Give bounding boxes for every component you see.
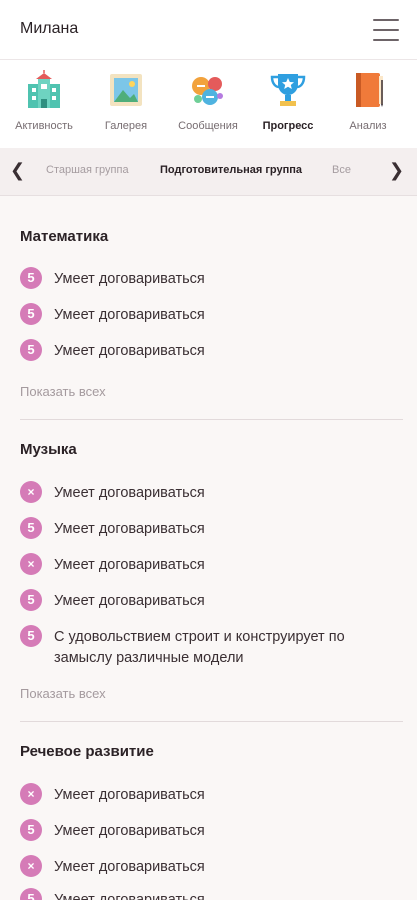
tab-preparatory-group[interactable]: Подготовительная группа [160,164,302,176]
menu-line [373,19,399,21]
nav-label: Галерея [104,120,148,132]
trophy-icon [270,74,306,106]
skill-text: Умеет договариваться [54,593,205,609]
grade-badge: 5 [20,589,42,611]
grade-badge: × [20,855,42,877]
hamburger-menu-icon[interactable] [373,17,399,43]
menu-line [373,29,399,31]
nav-label: Анализ [349,120,387,132]
show-all-link[interactable]: Показать всех [20,384,106,399]
grade-badge: 5 [20,267,42,289]
grade-badge: 5 [20,625,42,647]
show-all-link[interactable]: Показать всех [20,686,106,701]
grade-badge: 5 [20,339,42,361]
gallery-picture-icon [110,74,142,106]
skill-text: Умеет договариваться [54,271,205,287]
nav-item-progress[interactable]: Прогресс [248,70,328,132]
skill-text: Умеет договариваться [54,892,205,900]
nav-label: Активность [15,120,73,132]
skill-text: Умеет договариваться [54,823,205,839]
skill-text: С удовольствием строит и конструирует по… [54,629,345,666]
section-title: Музыка [20,441,77,458]
chevron-right-icon[interactable]: ❯ [389,160,404,181]
grade-badge: 5 [20,819,42,841]
nav-item-activity[interactable]: Активность [4,70,84,132]
nav-label: Сообщения [178,120,238,132]
skill-text: Умеет договариваться [54,859,205,875]
nav-item-messages[interactable]: Сообщения [168,70,248,132]
kindergarten-building-icon [28,70,60,108]
grade-badge: 5 [20,303,42,325]
skill-text: Умеет договариваться [54,557,205,573]
section-title: Речевое развитие [20,743,154,760]
top-bar: Милана [0,0,417,60]
grade-badge: 5 [20,888,42,900]
skill-text: Умеет договариваться [54,485,205,501]
group-tabs: ❮ Старшая группа Подготовительная группа… [0,148,417,196]
skill-text: Умеет договариваться [54,307,205,323]
section-navigation: Активность Галерея Сообщения Прогресс Ан… [0,60,417,148]
notebook-icon [356,73,383,107]
tab-all[interactable]: Все [332,164,351,176]
grade-badge: 5 [20,517,42,539]
divider [20,721,403,722]
grade-badge: × [20,481,42,503]
grade-badge: × [20,553,42,575]
nav-item-gallery[interactable]: Галерея [86,70,166,132]
section-title: Математика [20,228,109,245]
grade-badge: × [20,783,42,805]
nav-item-analysis[interactable]: Анализ [328,70,408,132]
skill-text: Умеет договариваться [54,787,205,803]
tab-senior-group[interactable]: Старшая группа [46,164,129,176]
divider [20,419,403,420]
skill-text: Умеет договариваться [54,521,205,537]
chevron-left-icon[interactable]: ❮ [10,160,25,181]
child-name: Милана [20,20,79,37]
menu-line [373,39,399,41]
chat-bubbles-icon [192,77,223,105]
skill-text: Умеет договариваться [54,343,205,359]
nav-label: Прогресс [262,120,314,132]
